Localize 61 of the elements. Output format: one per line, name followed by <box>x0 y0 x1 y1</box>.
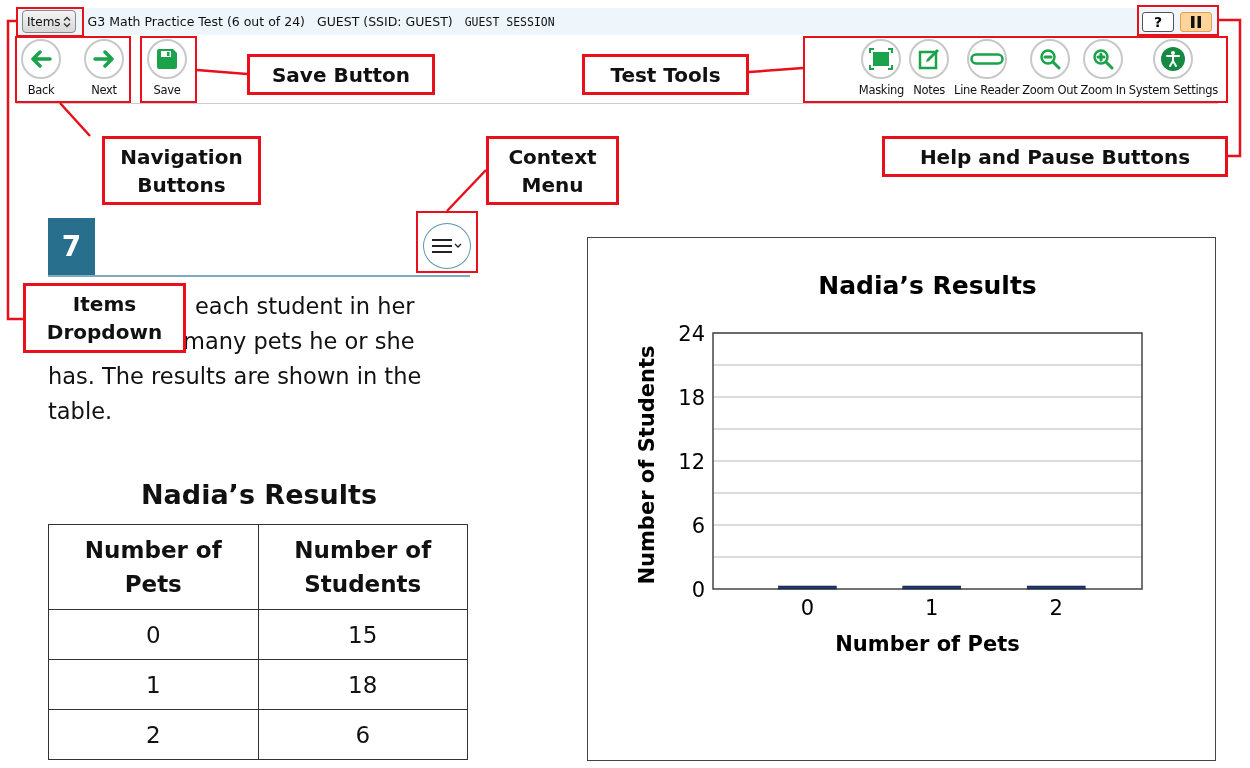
leader-line <box>196 68 248 76</box>
y-tick-label: 12 <box>678 450 705 474</box>
pencil-note-icon <box>918 48 941 70</box>
callout-label: Save Button <box>247 54 435 95</box>
items-dropdown[interactable]: Items <box>22 10 76 33</box>
bar <box>902 585 962 590</box>
question-text: many pets he or she <box>183 327 415 356</box>
accessibility-icon <box>1161 47 1186 71</box>
y-tick-label: 18 <box>678 386 705 410</box>
line-reader-icon <box>969 53 1004 65</box>
table-title: Nadia’s Results <box>140 479 378 510</box>
menu-icon <box>432 238 462 254</box>
x-tick-label: 0 <box>800 596 815 620</box>
table-cell: 15 <box>258 609 468 660</box>
bar <box>778 585 837 590</box>
callout-label: Context Menu <box>486 136 619 205</box>
question-number: 7 <box>48 218 95 275</box>
arrow-left-icon <box>30 50 52 68</box>
zoom-in-icon <box>1092 48 1115 70</box>
table-cell: 0 <box>48 609 258 660</box>
pause-icon <box>1191 15 1201 28</box>
user-name: GUEST (SSID: GUEST) <box>317 14 453 29</box>
zoom-out-icon <box>1038 48 1061 70</box>
session-name: GUEST SESSION <box>464 14 555 29</box>
chart-title: Nadia’s Results <box>818 271 1037 300</box>
table-cell: 1 <box>48 659 258 710</box>
highlight-frame <box>140 36 197 103</box>
y-tick-label: 0 <box>691 578 705 602</box>
y-tick-label: 6 <box>691 514 705 538</box>
question-text: table. <box>48 397 113 426</box>
line-reader-button[interactable]: Line Reader <box>954 35 1020 97</box>
column-header: Number of Pets <box>48 524 258 610</box>
callout-label: Help and Pause Buttons <box>882 136 1228 177</box>
y-tick-label: 24 <box>678 322 705 346</box>
up-down-caret-icon <box>62 15 71 28</box>
x-tick-label: 2 <box>1049 596 1063 620</box>
table-cell: 2 <box>48 709 258 760</box>
question-text: has. The results are shown in the <box>48 362 422 391</box>
context-menu-button[interactable] <box>423 223 471 269</box>
leader-line <box>748 66 804 74</box>
callout-label: Navigation Buttons <box>102 136 261 205</box>
arrow-right-icon <box>93 50 115 68</box>
leader-line <box>59 102 91 137</box>
highlight-frame <box>416 211 478 273</box>
help-button[interactable]: ? <box>1142 11 1174 32</box>
x-tick-label: 1 <box>925 596 939 620</box>
pause-button[interactable] <box>1180 11 1212 32</box>
test-title: G3 Math Practice Test (6 out of 24) <box>87 14 305 29</box>
bar <box>1026 585 1086 590</box>
zoom-out-button[interactable]: Zoom Out <box>1022 35 1078 97</box>
x-axis-label: Number of Pets <box>835 632 1020 656</box>
table-cell: 6 <box>258 709 468 760</box>
leader-line <box>446 169 487 212</box>
column-header: Number of Students <box>258 524 468 610</box>
y-axis-label: Number of Students <box>635 345 659 585</box>
callout-label: Test Tools <box>582 54 749 95</box>
table-cell: 18 <box>258 659 468 710</box>
settings-button[interactable]: System Settings <box>1128 35 1218 97</box>
question-text: each student in her <box>195 292 415 321</box>
callout-label: Items Dropdown <box>23 283 186 353</box>
masking-icon <box>869 48 894 70</box>
